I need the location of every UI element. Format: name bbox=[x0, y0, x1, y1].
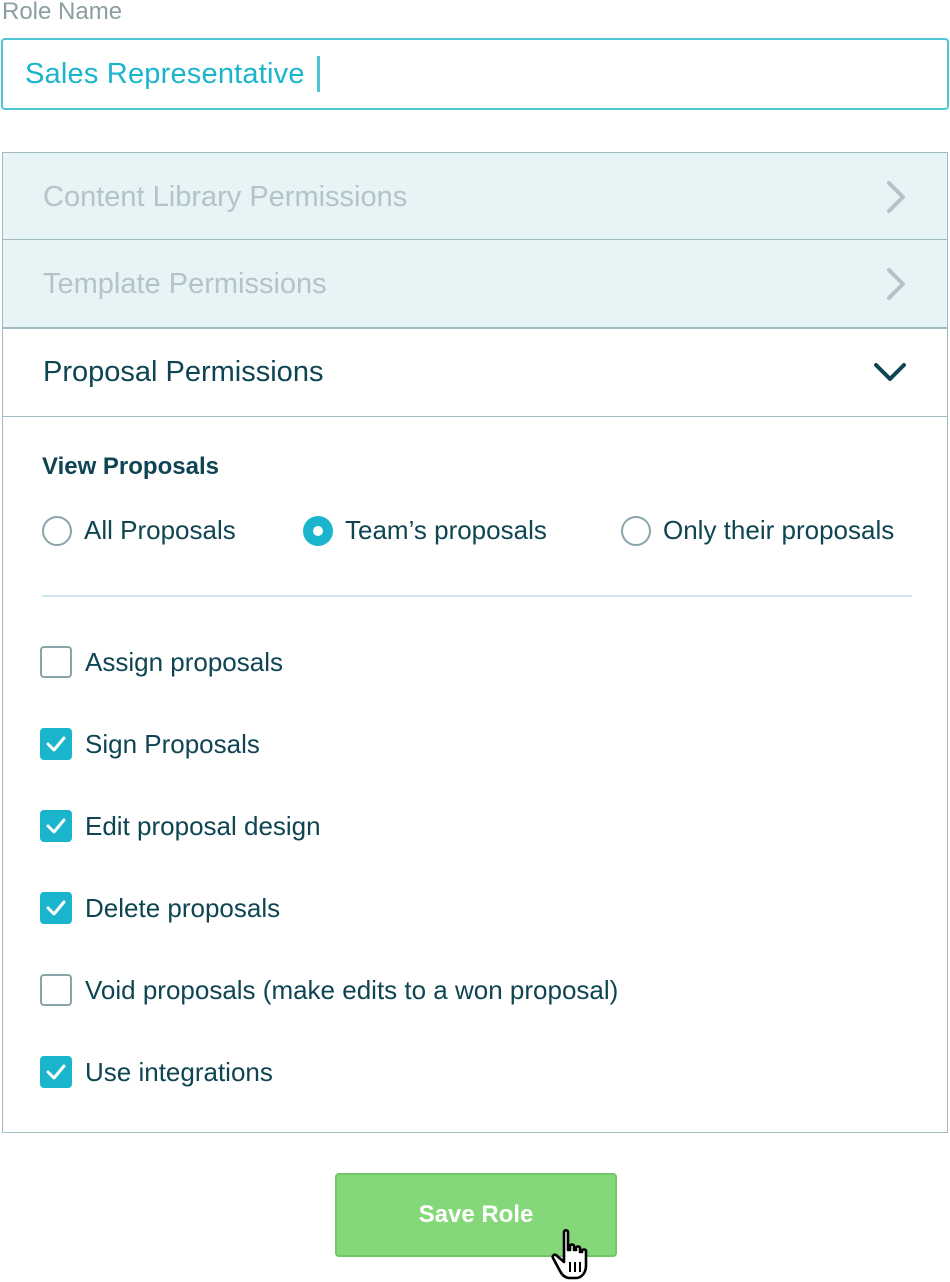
radio-circle-selected[interactable] bbox=[303, 515, 333, 546]
role-name-value: Sales Representative bbox=[25, 57, 305, 90]
chevron-down-icon bbox=[874, 363, 906, 381]
role-name-input[interactable]: Sales Representative bbox=[1, 38, 949, 110]
chevron-right-icon bbox=[887, 181, 905, 213]
proposal-permissions-header[interactable]: Proposal Permissions bbox=[3, 328, 947, 416]
radio-label: All Proposals bbox=[84, 515, 236, 545]
checkbox-edit-proposal-design[interactable]: Edit proposal design bbox=[40, 810, 321, 842]
checkbox-box-checked[interactable] bbox=[40, 810, 72, 842]
chevron-right-icon bbox=[887, 268, 905, 300]
radio-circle[interactable] bbox=[621, 515, 651, 546]
section-divider bbox=[42, 595, 912, 597]
checkmark-icon bbox=[46, 1064, 66, 1080]
checkmark-icon bbox=[46, 818, 66, 834]
view-proposals-radio-group: All Proposals Team’s proposals Only thei… bbox=[42, 515, 912, 549]
radio-teams-proposals[interactable]: Team’s proposals bbox=[303, 515, 547, 546]
proposal-permissions-title: Proposal Permissions bbox=[43, 355, 324, 388]
checkbox-assign-proposals[interactable]: Assign proposals bbox=[40, 646, 283, 678]
template-permissions-panel[interactable]: Template Permissions bbox=[2, 239, 948, 329]
text-caret bbox=[316, 56, 320, 92]
content-library-permissions-header[interactable]: Content Library Permissions bbox=[3, 153, 947, 241]
radio-label: Team’s proposals bbox=[345, 515, 547, 545]
checkbox-box[interactable] bbox=[40, 974, 72, 1006]
checkbox-label: Edit proposal design bbox=[85, 810, 321, 841]
content-library-permissions-title: Content Library Permissions bbox=[43, 180, 408, 213]
radio-only-their-proposals[interactable]: Only their proposals bbox=[621, 515, 894, 546]
checkbox-delete-proposals[interactable]: Delete proposals bbox=[40, 892, 280, 924]
checkbox-box[interactable] bbox=[40, 646, 72, 678]
checkbox-label: Sign Proposals bbox=[85, 728, 260, 759]
checkmark-icon bbox=[46, 900, 66, 916]
checkbox-label: Void proposals (make edits to a won prop… bbox=[85, 974, 619, 1005]
template-permissions-header[interactable]: Template Permissions bbox=[3, 240, 947, 328]
checkbox-box-checked[interactable] bbox=[40, 892, 72, 924]
hand-cursor-icon bbox=[551, 1229, 588, 1280]
content-library-permissions-panel[interactable]: Content Library Permissions bbox=[2, 152, 948, 242]
checkbox-void-proposals[interactable]: Void proposals (make edits to a won prop… bbox=[40, 974, 618, 1006]
checkbox-sign-proposals[interactable]: Sign Proposals bbox=[40, 728, 260, 760]
proposal-permissions-body: View Proposals All Proposals Team’s prop… bbox=[3, 416, 947, 1132]
role-name-label: Role Name bbox=[2, 0, 123, 25]
checkbox-label: Delete proposals bbox=[85, 892, 281, 923]
radio-all-proposals[interactable]: All Proposals bbox=[42, 515, 236, 546]
radio-circle[interactable] bbox=[42, 515, 72, 546]
checkbox-label: Assign proposals bbox=[85, 646, 283, 677]
checkbox-box-checked[interactable] bbox=[40, 1056, 72, 1088]
template-permissions-title: Template Permissions bbox=[43, 267, 327, 300]
checkbox-use-integrations[interactable]: Use integrations bbox=[40, 1056, 273, 1088]
view-proposals-title: View Proposals bbox=[42, 453, 219, 480]
radio-label: Only their proposals bbox=[663, 515, 895, 545]
checkbox-box-checked[interactable] bbox=[40, 728, 72, 760]
proposal-permissions-panel: Proposal Permissions View Proposals All … bbox=[2, 327, 948, 1133]
checkmark-icon bbox=[46, 736, 66, 752]
checkbox-label: Use integrations bbox=[85, 1056, 273, 1087]
